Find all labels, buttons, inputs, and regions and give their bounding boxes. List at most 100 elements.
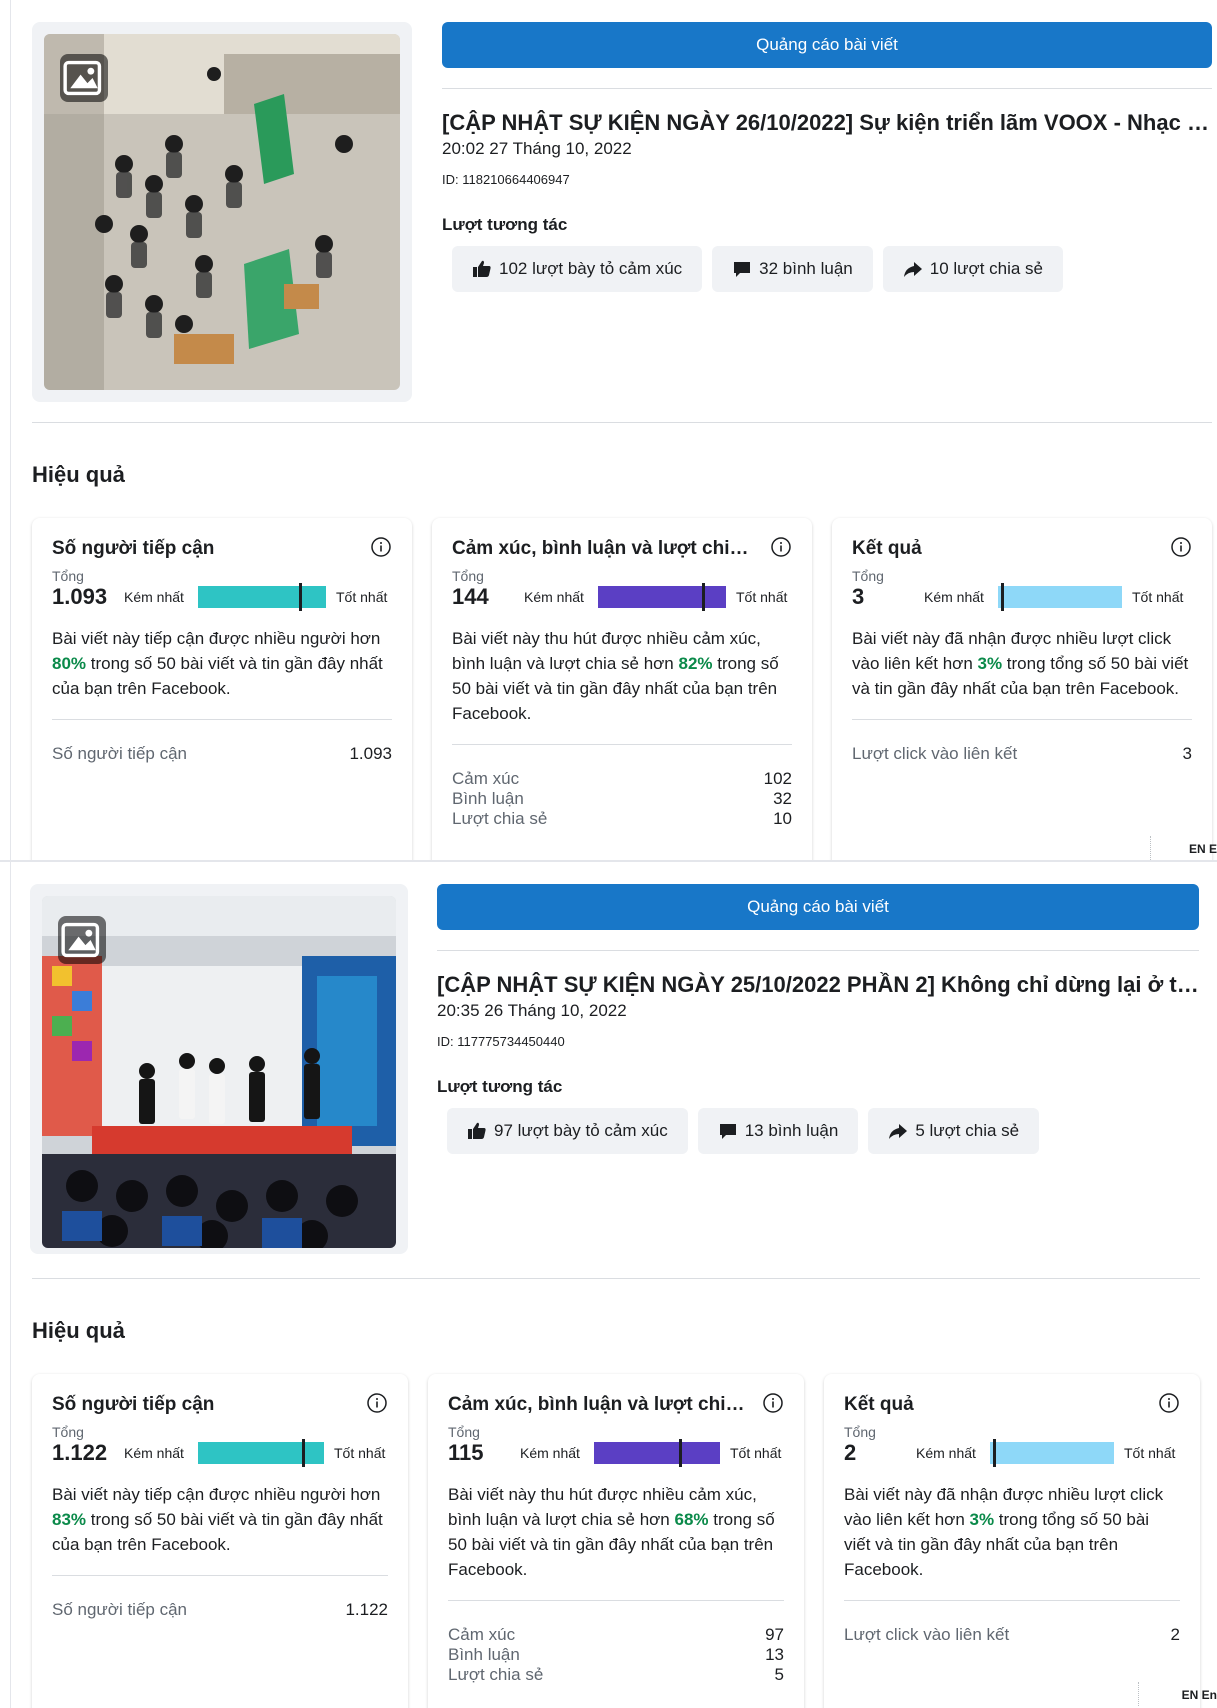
benchmark-fill bbox=[598, 586, 726, 608]
language-badge[interactable]: EN En bbox=[1182, 1688, 1217, 1702]
benchmark-marker bbox=[302, 1439, 305, 1467]
benchmark-bar bbox=[990, 1439, 1114, 1467]
worst-label: Kém nhất bbox=[124, 1445, 184, 1461]
total-value: 1.093 bbox=[52, 584, 108, 609]
dotted-separator bbox=[1138, 1682, 1139, 1706]
best-label: Tốt nhất bbox=[1124, 1445, 1176, 1461]
reach-card: Số người tiếp cận Tổng 1.093 Kém nhất Tố… bbox=[32, 518, 412, 862]
divider bbox=[852, 719, 1192, 720]
post-title[interactable]: [CẬP NHẬT SỰ KIỆN NGÀY 26/10/2022] Sự ki… bbox=[442, 110, 1212, 136]
total-value: 3 bbox=[852, 584, 865, 609]
info-icon[interactable] bbox=[370, 536, 392, 558]
reactions-count: 97 lượt bày tỏ cảm xúc bbox=[494, 1121, 668, 1140]
card-description: Bài viết này tiếp cận được nhiều người h… bbox=[52, 629, 383, 698]
image-icon bbox=[58, 916, 106, 964]
post-thumbnail[interactable] bbox=[44, 34, 400, 390]
card-title: Số người tiếp cận bbox=[52, 538, 215, 559]
best-label: Tốt nhất bbox=[336, 589, 388, 605]
percentile-value: 3% bbox=[977, 654, 1003, 673]
post-id: ID: 118210664406947 bbox=[442, 172, 570, 187]
reactions-chip[interactable]: 97 lượt bày tỏ cảm xúc bbox=[447, 1108, 688, 1154]
engagement-label: Lượt tương tác bbox=[442, 215, 568, 234]
post-insights-panel-2: Quảng cáo bài viết [CẬP NHẬT SỰ KIỆN NGÀ… bbox=[0, 862, 1217, 1708]
card-title: Kết quả bbox=[852, 538, 922, 559]
divider bbox=[32, 1278, 1200, 1279]
benchmark-bar bbox=[594, 1439, 720, 1467]
percentile-value: 3% bbox=[969, 1510, 995, 1529]
card-description: Bài viết này đã nhận được nhiều lượt cli… bbox=[844, 1485, 1164, 1579]
reactions-chip[interactable]: 102 lượt bày tỏ cảm xúc bbox=[452, 246, 703, 292]
comment-icon bbox=[718, 1121, 738, 1141]
post-title[interactable]: [CẬP NHẬT SỰ KIỆN NGÀY 25/10/2022 PHẦN 2… bbox=[437, 972, 1207, 998]
benchmark-row: 2 Kém nhất Tốt nhất bbox=[844, 1439, 1180, 1467]
like-icon bbox=[472, 259, 492, 279]
benchmark-marker bbox=[702, 583, 705, 611]
percentile-value: 80% bbox=[52, 654, 87, 673]
metric-row: Lượt click vào liên kết 2 bbox=[844, 1625, 1180, 1644]
worst-label: Kém nhất bbox=[916, 1445, 976, 1461]
benchmark-fill bbox=[998, 586, 1122, 608]
percentile-value: 82% bbox=[678, 654, 713, 673]
total-value: 1.122 bbox=[52, 1440, 108, 1465]
divider bbox=[437, 950, 1199, 951]
share-icon bbox=[903, 259, 923, 279]
metric-row: Cảm xúc 102 bbox=[452, 769, 792, 788]
metric-row: Lượt click vào liên kết 3 bbox=[852, 744, 1192, 763]
benchmark-marker bbox=[299, 583, 302, 611]
benchmark-marker bbox=[993, 1439, 996, 1467]
info-icon[interactable] bbox=[366, 1392, 388, 1414]
divider bbox=[844, 1600, 1180, 1601]
benchmark-bar bbox=[198, 583, 326, 611]
post-thumbnail-frame bbox=[30, 884, 408, 1254]
benchmark-fill bbox=[198, 586, 326, 608]
card-title: Kết quả bbox=[844, 1394, 914, 1415]
language-badge[interactable]: EN E bbox=[1189, 842, 1217, 856]
post-thumbnail[interactable] bbox=[42, 896, 396, 1248]
shares-chip[interactable]: 10 lượt chia sẻ bbox=[882, 246, 1064, 292]
benchmark-row: 144 Kém nhất Tốt nhất bbox=[452, 583, 792, 611]
total-label: Tổng bbox=[52, 568, 84, 584]
benchmark-marker bbox=[1001, 583, 1004, 611]
divider bbox=[452, 744, 792, 745]
best-label: Tốt nhất bbox=[736, 589, 788, 605]
benchmark-bar bbox=[198, 1439, 324, 1467]
card-description: Bài viết này thu hút được nhiều cảm xúc,… bbox=[448, 1485, 775, 1579]
share-icon bbox=[888, 1121, 908, 1141]
benchmark-row: 1.093 Kém nhất Tốt nhất bbox=[52, 583, 392, 611]
info-icon[interactable] bbox=[1158, 1392, 1180, 1414]
total-label: Tổng bbox=[844, 1424, 876, 1440]
card-title: Cảm xúc, bình luận và lượt chia sẻ bbox=[448, 1394, 748, 1415]
comments-chip[interactable]: 13 bình luận bbox=[697, 1108, 859, 1154]
benchmark-marker bbox=[679, 1439, 682, 1467]
results-card: Kết quả Tổng 2 Kém nhất Tốt nhất Bài viế… bbox=[824, 1374, 1200, 1708]
performance-heading: Hiệu quả bbox=[32, 462, 125, 487]
total-label: Tổng bbox=[52, 1424, 84, 1440]
info-icon[interactable] bbox=[762, 1392, 784, 1414]
metric-row: Bình luận 13 bbox=[448, 1645, 784, 1664]
promote-post-button[interactable]: Quảng cáo bài viết bbox=[437, 884, 1199, 930]
info-icon[interactable] bbox=[1170, 536, 1192, 558]
benchmark-bar bbox=[598, 583, 726, 611]
metric-row: Số người tiếp cận 1.122 bbox=[52, 1600, 388, 1619]
worst-label: Kém nhất bbox=[124, 589, 184, 605]
post-date: 20:02 27 Tháng 10, 2022 bbox=[442, 139, 632, 158]
metric-row: Cảm xúc 97 bbox=[448, 1625, 784, 1644]
image-icon bbox=[60, 54, 108, 102]
benchmark-row: 3 Kém nhất Tốt nhất bbox=[852, 583, 1192, 611]
dotted-separator bbox=[1150, 836, 1151, 860]
engagement-card: Cảm xúc, bình luận và lượt chia sẻ Tổng … bbox=[432, 518, 812, 862]
total-value: 144 bbox=[452, 584, 489, 609]
post-id: ID: 117775734450440 bbox=[437, 1034, 565, 1049]
benchmark-fill bbox=[990, 1442, 1114, 1464]
promote-post-button[interactable]: Quảng cáo bài viết bbox=[442, 22, 1212, 68]
divider bbox=[32, 422, 1212, 423]
info-icon[interactable] bbox=[770, 536, 792, 558]
best-label: Tốt nhất bbox=[730, 1445, 782, 1461]
comments-chip[interactable]: 32 bình luận bbox=[712, 246, 873, 292]
metric-row: Lượt chia sẻ 10 bbox=[452, 809, 792, 828]
worst-label: Kém nhất bbox=[520, 1445, 580, 1461]
shares-chip[interactable]: 5 lượt chia sẻ bbox=[868, 1108, 1040, 1154]
percentile-value: 83% bbox=[52, 1510, 87, 1529]
card-title: Số người tiếp cận bbox=[52, 1394, 215, 1415]
best-label: Tốt nhất bbox=[1132, 589, 1184, 605]
